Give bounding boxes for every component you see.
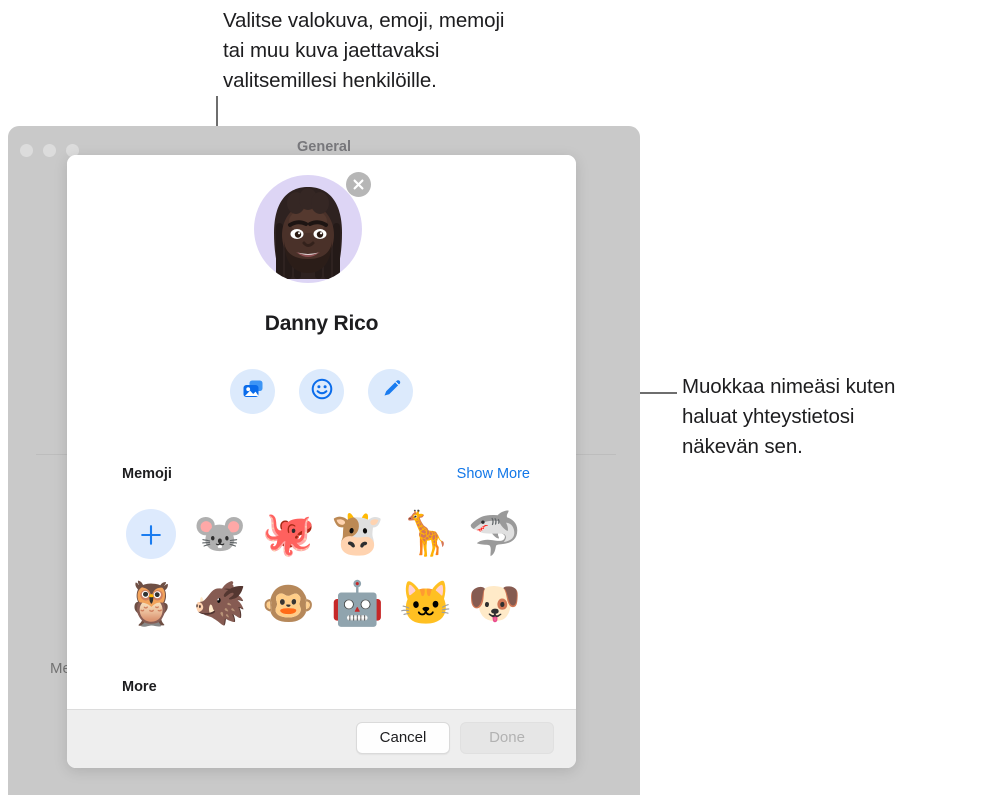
memoji-mouse[interactable]: 🐭 (186, 503, 255, 565)
done-button[interactable]: Done (460, 722, 554, 754)
smiley-icon (310, 377, 334, 406)
memoji-dog[interactable]: 🐶 (460, 573, 529, 635)
show-more-link[interactable]: Show More (457, 466, 530, 482)
plus-icon (138, 513, 164, 556)
memoji-cow[interactable]: 🐮 (323, 503, 392, 565)
avatar-remove-close-icon[interactable] (346, 172, 371, 197)
memoji-owl[interactable]: 🦉 (117, 573, 186, 635)
memoji-octopus[interactable]: 🐙 (254, 503, 323, 565)
avatar-picker-dialog: Danny Rico Memoji Show More 🐭 🐙 🐮 🦒 🦈 🦉 … (67, 155, 576, 768)
memoji-giraffe[interactable]: 🦒 (392, 503, 461, 565)
add-memoji-button[interactable] (126, 509, 177, 559)
memoji-boar[interactable]: 🐗 (186, 573, 255, 635)
more-section-title: More (122, 679, 157, 695)
memoji-shark[interactable]: 🦈 (460, 503, 529, 565)
dialog-footer: Cancel Done (67, 709, 576, 768)
callout-text-photo: Valitse valokuva, emoji, memoji tai muu … (223, 9, 505, 92)
memoji-add-cell[interactable] (117, 503, 186, 565)
avatar-action-buttons (67, 369, 576, 414)
memoji-section-title: Memoji (122, 466, 172, 482)
edit-name-button[interactable] (368, 369, 413, 414)
window-title: General (297, 139, 351, 155)
photos-icon (241, 377, 265, 406)
callout-text-name: Muokkaa nimeäsi kuten haluat yhteystieto… (682, 375, 896, 458)
dialog-body: Danny Rico Memoji Show More 🐭 🐙 🐮 🦒 🦈 🦉 … (67, 155, 576, 710)
profile-name: Danny Rico (264, 312, 379, 335)
memoji-monkey[interactable]: 🐵 (254, 573, 323, 635)
memoji-cat[interactable]: 🐱 (392, 573, 461, 635)
avatar[interactable] (254, 172, 371, 283)
memoji-grid: 🐭 🐙 🐮 🦒 🦈 🦉 🐗 🐵 🤖 🐱 🐶 (117, 503, 529, 635)
screenshot-root: Valitse valokuva, emoji, memoji tai muu … (0, 0, 1003, 795)
pencil-icon (379, 377, 403, 406)
emoji-button[interactable] (299, 369, 344, 414)
cancel-button[interactable]: Cancel (356, 722, 450, 754)
memoji-robot[interactable]: 🤖 (323, 573, 392, 635)
photos-button[interactable] (230, 369, 275, 414)
